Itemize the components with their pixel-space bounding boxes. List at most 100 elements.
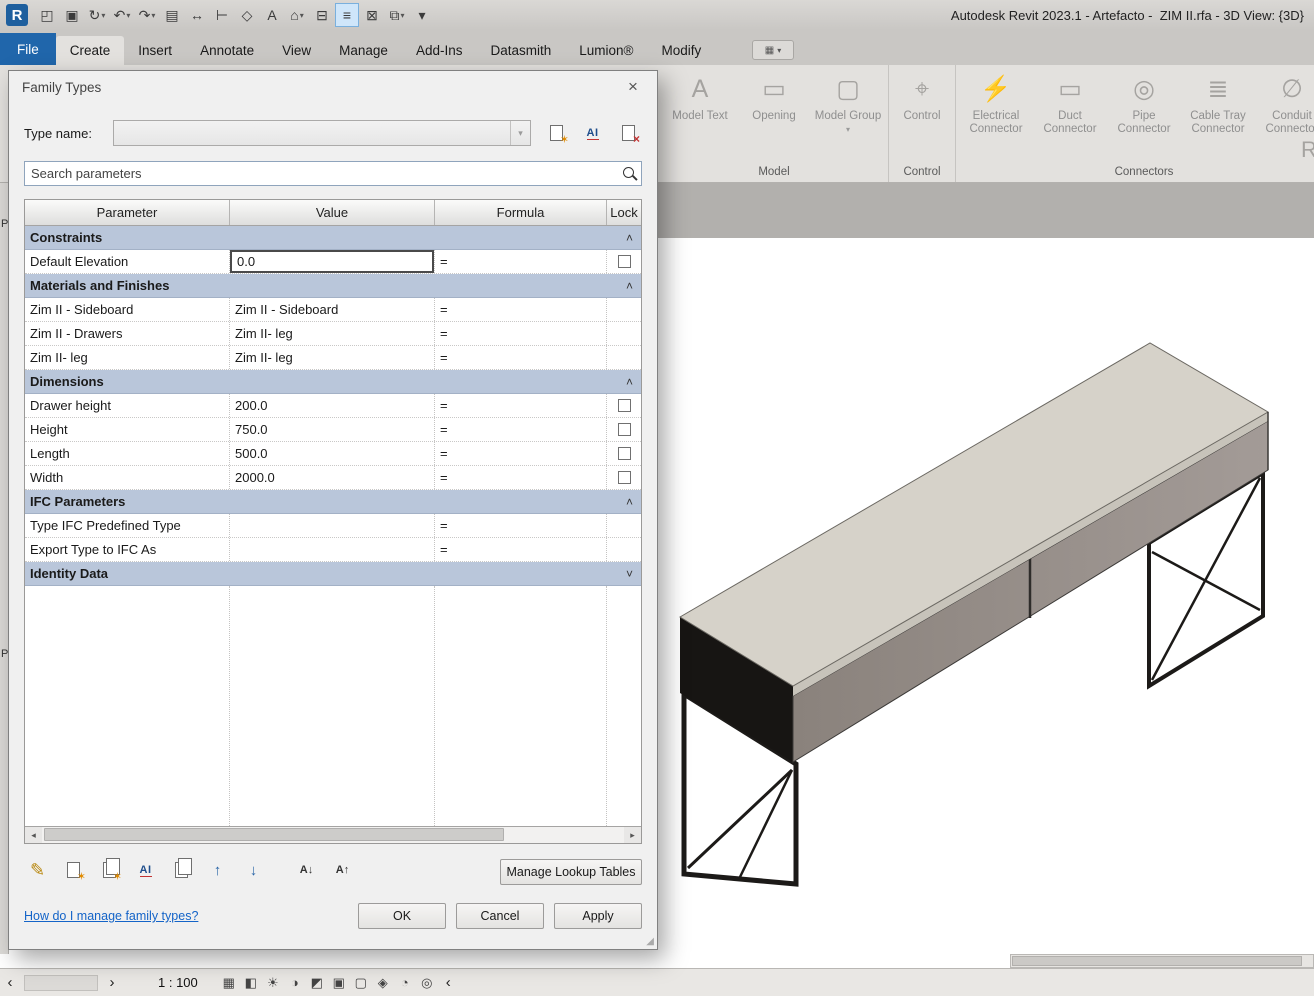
measure-icon[interactable]: ↔ — [185, 3, 209, 27]
switch-windows-icon[interactable]: ⧉ ▾ — [385, 3, 409, 27]
parameter-value-cell[interactable]: 750.0 — [230, 418, 435, 441]
customize-quick-access-icon[interactable]: ▾ — [410, 3, 434, 27]
chevron-up-icon[interactable]: ˄ — [626, 495, 633, 509]
thin-lines-icon[interactable]: ≡ — [335, 3, 359, 27]
lock-checkbox[interactable] — [617, 423, 631, 436]
edit-parameter-icon[interactable]: ✎ — [24, 857, 51, 883]
manage-lookup-tables-button[interactable]: Manage Lookup Tables — [500, 859, 642, 885]
tab-view[interactable]: View — [268, 36, 325, 65]
ribbon-button-duct-connector[interactable]: ▭ Duct Connector — [1033, 67, 1107, 136]
formula-cell[interactable]: = — [435, 346, 607, 369]
formula-cell[interactable]: = — [435, 418, 607, 441]
cancel-button[interactable]: Cancel — [456, 903, 544, 929]
shadows-icon[interactable]: ◑ — [286, 974, 304, 992]
print-icon[interactable]: ▤ — [160, 3, 184, 27]
column-header-lock[interactable]: Lock — [607, 200, 641, 225]
ribbon-button-model-group[interactable]: ▢ Model Group ▾ — [811, 67, 885, 136]
visual-style-icon[interactable]: ◧ — [242, 974, 260, 992]
hide-isolate-icon[interactable]: ◔ — [396, 974, 414, 992]
help-link[interactable]: How do I manage family types? — [24, 909, 198, 923]
tab-annotate[interactable]: Annotate — [186, 36, 268, 65]
ribbon-button-electrical-connector[interactable]: ⚡ Electrical Connector — [959, 67, 1033, 136]
parameter-value-cell[interactable]: 500.0 — [230, 442, 435, 465]
column-header-formula[interactable]: Formula — [435, 200, 607, 225]
revit-logo[interactable]: R — [6, 4, 28, 26]
tab-lumion[interactable]: Lumion® — [565, 36, 647, 65]
undo-icon[interactable]: ↶ ▾ — [110, 3, 134, 27]
nav-back-icon[interactable]: ‹ — [0, 974, 20, 991]
tab-manage[interactable]: Manage — [325, 36, 402, 65]
close-icon[interactable]: × — [622, 77, 644, 97]
parameter-value-cell[interactable]: Zim II- leg — [230, 346, 435, 369]
view-scale[interactable]: 1 : 100 — [158, 975, 198, 990]
scroll-left-icon[interactable]: ◂ — [25, 827, 42, 843]
open-file-icon[interactable]: ◰ — [35, 3, 59, 27]
tab-add-ins[interactable]: Add-Ins — [402, 36, 477, 65]
sync-with-central-icon[interactable]: ↻ ▾ — [85, 3, 109, 27]
new-type-icon[interactable] — [543, 120, 570, 146]
sort-ascending-icon[interactable]: A↓ — [293, 857, 320, 883]
new-parameter-icon[interactable] — [60, 857, 87, 883]
scroll-right-icon[interactable]: ▸ — [624, 827, 641, 843]
rename-type-icon[interactable]: AI — [579, 120, 606, 146]
formula-cell[interactable]: = — [435, 442, 607, 465]
tag-by-category-icon[interactable]: ◇ — [235, 3, 259, 27]
search-icon[interactable] — [619, 162, 641, 185]
parameter-value-cell[interactable]: Zim II - Sideboard — [230, 298, 435, 321]
section-header-identity-data[interactable]: Identity Data ˅ — [25, 562, 641, 586]
ribbon-button-pipe-connector[interactable]: ◎ Pipe Connector — [1107, 67, 1181, 136]
lock-checkbox[interactable] — [617, 471, 631, 484]
formula-cell[interactable]: = — [435, 538, 607, 561]
search-parameters-input[interactable] — [25, 166, 619, 181]
text-icon[interactable]: A — [260, 3, 284, 27]
chevron-up-icon[interactable]: ˄ — [626, 375, 633, 389]
detail-level-icon[interactable]: ▦ — [220, 974, 238, 992]
parameter-value-cell[interactable]: 200.0 — [230, 394, 435, 417]
section-header-constraints[interactable]: Constraints ˄ — [25, 226, 641, 250]
formula-cell[interactable]: = — [435, 466, 607, 489]
default-3d-view-icon[interactable]: ⌂ ▾ — [285, 3, 309, 27]
section-header-materials-and-finishes[interactable]: Materials and Finishes ˄ — [25, 274, 641, 298]
delete-type-icon[interactable] — [615, 120, 642, 146]
ribbon-button-clipped[interactable]: R — [1301, 137, 1314, 177]
sideboard-3d-model[interactable] — [660, 330, 1280, 900]
ribbon-button-conduit-connector[interactable]: ∅ Conduit Connector — [1255, 67, 1314, 136]
nav-forward-icon[interactable]: › — [102, 974, 122, 991]
column-header-value[interactable]: Value — [230, 200, 435, 225]
dialog-titlebar[interactable]: Family Types × — [9, 71, 657, 103]
chevron-down-icon[interactable]: ˅ — [626, 567, 633, 581]
crop-region-icon[interactable]: ▢ — [352, 974, 370, 992]
parameter-value-cell[interactable] — [230, 538, 435, 561]
locked-view-icon[interactable]: ◈ — [374, 974, 392, 992]
tab-insert[interactable]: Insert — [124, 36, 186, 65]
resize-grip[interactable]: ◢ — [646, 936, 654, 947]
redo-icon[interactable]: ↷ ▾ — [135, 3, 159, 27]
lock-checkbox[interactable] — [617, 447, 631, 460]
aligned-dimension-icon[interactable]: ⊢ — [210, 3, 234, 27]
chevron-up-icon[interactable]: ˄ — [626, 279, 633, 293]
table-horizontal-scrollbar[interactable]: ◂ ▸ — [25, 826, 641, 843]
rename-parameter-icon[interactable]: AI — [132, 857, 159, 883]
tab-create[interactable]: Create — [55, 36, 125, 65]
tab-modify[interactable]: Modify — [647, 36, 715, 65]
apply-button[interactable]: Apply — [554, 903, 642, 929]
formula-cell[interactable]: = — [435, 250, 607, 273]
parameter-value-cell[interactable]: 2000.0 — [230, 466, 435, 489]
ribbon-button-control[interactable]: ⌖ Control — [892, 67, 952, 123]
panel-display-toggle[interactable]: ▦ ▾ — [752, 40, 794, 60]
tab-datasmith[interactable]: Datasmith — [476, 36, 565, 65]
formula-cell[interactable]: = — [435, 514, 607, 537]
formula-cell[interactable]: = — [435, 394, 607, 417]
scroll-thumb[interactable] — [44, 828, 504, 841]
save-icon[interactable]: ▣ — [60, 3, 84, 27]
ribbon-button-model-text[interactable]: A Model Text — [663, 67, 737, 123]
sun-path-icon[interactable]: ☀ — [264, 974, 282, 992]
move-parameter-up-icon[interactable]: ↑ — [204, 857, 231, 883]
tab-file[interactable]: File — [0, 33, 56, 65]
lock-checkbox[interactable] — [617, 399, 631, 412]
ribbon-button-opening[interactable]: ▭ Opening — [737, 67, 811, 123]
section-icon[interactable]: ⊟ — [310, 3, 334, 27]
copy-parameter-icon[interactable] — [168, 857, 195, 883]
parameter-value-cell[interactable]: Zim II- leg — [230, 322, 435, 345]
column-header-parameter[interactable]: Parameter — [25, 200, 230, 225]
